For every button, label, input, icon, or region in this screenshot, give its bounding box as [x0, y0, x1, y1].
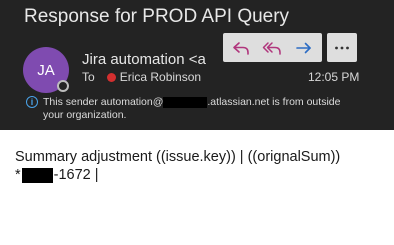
more-options-button[interactable] [327, 33, 357, 62]
email-body: Summary adjustment ((issue.key)) | ((ori… [0, 130, 394, 245]
reply-actions-group [223, 33, 322, 62]
to-label: To [82, 70, 95, 84]
forward-button[interactable] [289, 34, 319, 61]
body-line: * -1672 | [15, 167, 99, 183]
received-time: 12:05 PM [308, 70, 360, 84]
avatar-initials: JA [37, 61, 55, 79]
reply-icon [233, 41, 249, 55]
more-options-icon [335, 46, 349, 49]
redacted-block [163, 96, 208, 108]
sender-name[interactable]: Jira automation <a [82, 51, 214, 68]
external-sender-warning: This sender automation@ .atlassian.net is… [43, 96, 343, 122]
recipient-row: To Erica Robinson [82, 70, 201, 84]
recipient-name[interactable]: Erica Robinson [120, 70, 201, 84]
reply-all-button[interactable] [257, 34, 287, 61]
forward-icon [296, 42, 311, 53]
body-line-suffix: -1672 | [53, 167, 99, 183]
redacted-block [21, 167, 53, 183]
body-line-prefix: * [15, 167, 21, 183]
recipient-status-icon [106, 72, 116, 82]
reply-button[interactable] [226, 34, 256, 61]
presence-status-icon [57, 80, 69, 92]
info-icon: i [26, 96, 38, 108]
body-line: Summary adjustment ((issue.key)) | ((ori… [15, 149, 341, 165]
warning-text-start: This sender automation@ [43, 96, 164, 108]
reply-all-icon [263, 41, 282, 55]
email-subject: Response for PROD API Query [24, 6, 290, 27]
